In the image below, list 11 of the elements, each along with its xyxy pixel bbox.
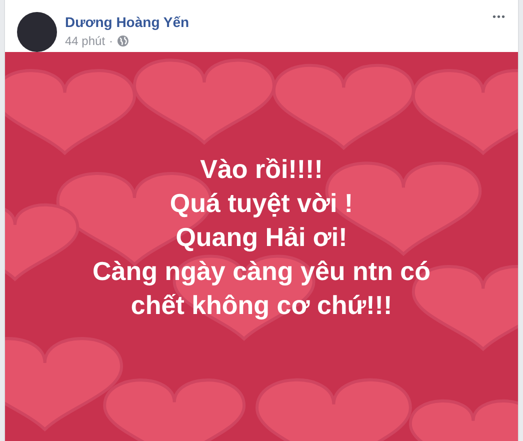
post-time[interactable]: 44 phút (65, 34, 106, 48)
more-options-button[interactable]: ••• (492, 12, 506, 23)
author-name[interactable]: Dương Hoàng Yến (65, 14, 190, 30)
post-text-line: Quá tuyệt vời ! (170, 186, 354, 220)
avatar[interactable] (17, 12, 57, 52)
globe-icon[interactable] (117, 35, 130, 47)
post-text-line: Càng ngày càng yêu ntn có (92, 254, 431, 288)
post-text-line: chết không cơ chứ!!! (130, 288, 392, 322)
separator: · (109, 34, 114, 48)
post-text-line: Vào rồi!!!! (200, 152, 323, 186)
post-text-line: Quang Hải ơi! (176, 220, 348, 254)
